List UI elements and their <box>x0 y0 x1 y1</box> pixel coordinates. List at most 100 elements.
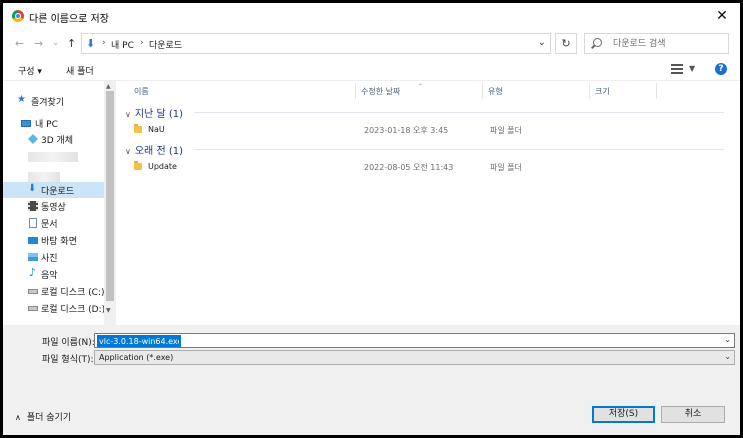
sidebar-item-label: 음악 <box>41 271 58 281</box>
sidebar-item-drive-c[interactable]: 로컬 디스크 (C:) <box>3 283 104 299</box>
sidebar-item-documents[interactable]: 문서 <box>3 215 104 231</box>
column-header-type[interactable]: 유형 <box>488 86 503 97</box>
address-dropdown-button[interactable]: ⌄ <box>538 37 546 48</box>
folder-icon <box>134 161 142 170</box>
hide-folders-button[interactable]: ∧ 폴더 숨기기 <box>15 410 71 423</box>
document-icon <box>29 218 37 228</box>
search-icon <box>593 38 602 47</box>
address-bar[interactable]: ⬇ › 내 PC › 다운로드 ⌄ <box>81 33 551 54</box>
column-header-size[interactable]: 크기 <box>595 86 610 97</box>
sidebar-scrollbar[interactable]: ▲ ▼ <box>104 81 116 325</box>
star-icon: ★ <box>17 94 26 105</box>
search-input[interactable] <box>613 37 723 51</box>
scroll-up-arrow-icon[interactable]: ▲ <box>106 83 111 90</box>
sort-indicator-icon: ⌄ <box>418 80 424 87</box>
breadcrumb-item-this-pc[interactable]: 내 PC <box>111 38 134 51</box>
sidebar-item-label: 문서 <box>41 220 58 230</box>
sidebar-item-quick-access[interactable]: ★ 즐겨찾기 <box>3 93 104 109</box>
sidebar-item-this-pc[interactable]: 내 PC <box>3 115 104 131</box>
sidebar-item-label: 3D 개체 <box>41 136 74 146</box>
up-button[interactable]: ↑ <box>67 37 76 50</box>
column-header-modified[interactable]: 수정한 날짜 <box>361 86 400 97</box>
save-as-dialog: 다른 이름으로 저장 ✕ ← → ⌄ ↑ ⬇ › 내 PC › 다운로드 ⌄ ↻… <box>3 3 740 435</box>
computer-icon <box>21 120 31 127</box>
redacted-item <box>28 152 78 162</box>
sidebar-item-label: 사진 <box>41 254 58 264</box>
file-modified: 2023-01-18 오후 3:45 <box>364 126 449 135</box>
group-divider <box>194 112 724 113</box>
filename-input[interactable] <box>97 335 181 347</box>
collapse-chevron-icon: ∨ <box>125 147 131 156</box>
close-button[interactable]: ✕ <box>704 3 740 29</box>
filename-label: 파일 이름(N): <box>42 338 95 348</box>
file-name: Update <box>148 162 177 171</box>
title-bar: 다른 이름으로 저장 ✕ <box>3 3 740 29</box>
sidebar-item-label: 즐겨찾기 <box>31 98 65 108</box>
breadcrumb-separator: › <box>140 38 144 48</box>
group-divider <box>194 149 724 150</box>
column-divider[interactable] <box>589 83 590 99</box>
drive-icon <box>28 289 38 294</box>
sidebar-item-drive-d[interactable]: 로컬 디스크 (D:) <box>3 300 106 316</box>
back-button[interactable]: ← <box>15 37 24 50</box>
breadcrumb-separator: › <box>102 38 106 48</box>
column-divider[interactable] <box>482 83 483 99</box>
redacted-item <box>28 172 60 182</box>
new-folder-button[interactable]: 새 폴더 <box>66 64 94 77</box>
column-header-name[interactable]: 이름 <box>134 86 149 97</box>
view-options-icon[interactable] <box>671 64 683 74</box>
file-type: 파일 폴더 <box>490 126 522 135</box>
sidebar-item-videos[interactable]: 동영상 <box>3 198 104 214</box>
sidebar-item-label: 로컬 디스크 (C:) <box>41 288 105 298</box>
file-row-update[interactable]: Update 2022-08-05 오전 11:43 파일 폴더 <box>130 159 560 175</box>
sidebar-item-label: 내 PC <box>35 120 58 130</box>
column-divider[interactable] <box>656 83 657 99</box>
sidebar-item-music[interactable]: ♪ 음악 <box>3 266 104 282</box>
file-modified: 2022-08-05 오전 11:43 <box>364 163 454 172</box>
video-icon <box>28 201 38 211</box>
sidebar-item-label: 동영상 <box>41 203 66 213</box>
group-header-last-month[interactable]: ∨ 지난 달 (1) <box>125 105 183 120</box>
save-button[interactable]: 저장(S) <box>592 406 655 423</box>
cancel-button[interactable]: 취소 <box>661 406 725 423</box>
group-header-label: 지난 달 (1) <box>134 109 183 120</box>
collapse-chevron-icon: ∨ <box>125 110 131 119</box>
file-row-nau[interactable]: NaU 2023-01-18 오후 3:45 파일 폴더 <box>130 122 560 138</box>
dialog-title: 다른 이름으로 저장 <box>29 14 109 25</box>
filename-combobox[interactable]: ⌄ <box>94 333 735 348</box>
scroll-down-arrow-icon[interactable]: ▼ <box>106 307 111 314</box>
music-icon: ♪ <box>29 266 37 279</box>
folder-icon <box>134 124 142 133</box>
help-icon[interactable]: ? <box>715 63 727 75</box>
sidebar-item-label: 로컬 디스크 (D:) <box>41 305 106 315</box>
3d-objects-icon <box>28 134 38 144</box>
chevron-down-icon[interactable]: ⌄ <box>724 335 731 344</box>
column-divider[interactable] <box>355 83 356 99</box>
download-arrow-icon: ⬇ <box>86 37 96 50</box>
sidebar-item-pictures[interactable]: 사진 <box>3 249 104 265</box>
file-name: NaU <box>148 125 165 134</box>
file-list: 이름 ⌄ 수정한 날짜 유형 크기 ∨ 지난 달 (1) NaU 2023-01-… <box>116 80 740 325</box>
sidebar-item-3d-objects[interactable]: 3D 개체 <box>3 131 104 147</box>
filetype-select[interactable]: Application (*.exe) ⌄ <box>94 350 735 365</box>
navigation-bar: ← → ⌄ ↑ ⬇ › 내 PC › 다운로드 ⌄ ↻ <box>3 29 740 59</box>
breadcrumb-item-downloads[interactable]: 다운로드 <box>149 38 182 51</box>
search-box[interactable] <box>584 33 729 54</box>
recent-locations-button[interactable]: ⌄ <box>52 38 60 48</box>
scrollbar-thumb[interactable] <box>106 91 114 301</box>
group-header-label: 오래 전 (1) <box>134 146 183 157</box>
chevron-down-icon[interactable]: ⌄ <box>724 352 731 361</box>
hide-folders-label: 폴더 숨기기 <box>26 413 72 423</box>
group-header-long-ago[interactable]: ∨ 오래 전 (1) <box>125 142 183 157</box>
forward-button[interactable]: → <box>34 37 43 50</box>
organize-button[interactable]: 구성 ▾ <box>18 64 42 77</box>
filetype-value: Application (*.exe) <box>99 353 174 362</box>
sidebar-item-desktop[interactable]: 바탕 화면 <box>3 232 104 248</box>
drive-icon <box>28 306 38 311</box>
sidebar-item-downloads[interactable]: ⬇ 다운로드 <box>3 182 104 198</box>
refresh-button[interactable]: ↻ <box>555 33 577 54</box>
file-type: 파일 폴더 <box>490 163 522 172</box>
view-options-dropdown[interactable]: ▼ <box>689 64 695 73</box>
pictures-icon <box>28 253 38 261</box>
filetype-label: 파일 형식(T): <box>42 355 94 365</box>
